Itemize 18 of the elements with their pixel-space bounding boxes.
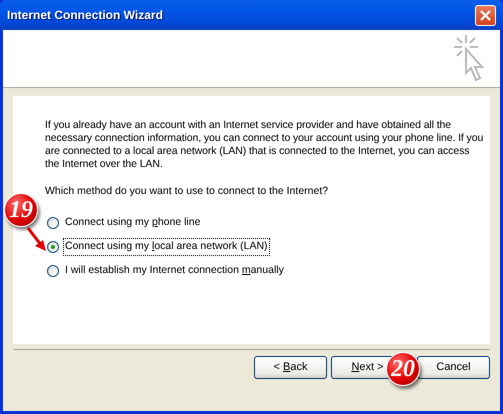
radio-option[interactable]: Connect using my phone line [47, 216, 486, 230]
radio-button[interactable] [47, 240, 59, 253]
cursor-sparkle-icon [452, 33, 486, 83]
radio-option[interactable]: I will establish my Internet connection manually [47, 264, 486, 278]
radio-button[interactable] [47, 216, 59, 229]
wizard-button[interactable]: Cancel [417, 356, 490, 379]
wizard-button[interactable]: < Back [254, 356, 327, 379]
intro-text: If you already have an account with an Internet service provider and have obtained all the necessary connection information, you can connect to your account using your phone line. If you are connected to a local area network (LAN) that is connected to the Internet, you can access the Internet over the LAN. [45, 119, 484, 171]
radio-label: I will establish my Internet connection manually [64, 262, 285, 278]
radio-button[interactable] [47, 264, 59, 277]
radio-label: Connect using my phone line [64, 214, 202, 230]
close-button[interactable] [475, 4, 496, 26]
pointer-arrow [26, 226, 48, 252]
question-text: Which method do you want to use to connect to the Internet? [45, 184, 330, 199]
close-icon [480, 10, 491, 20]
radio-label: Connect using my local area network (LAN) [64, 238, 269, 255]
window-title: Internet Connection Wizard [7, 7, 163, 24]
radio-option[interactable]: Connect using my local area network (LAN) [47, 240, 486, 254]
